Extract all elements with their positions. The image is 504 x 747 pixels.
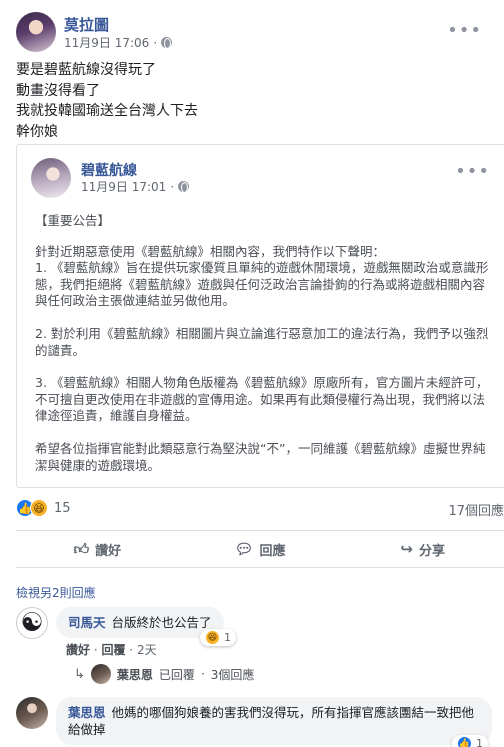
share-button[interactable]: ↪ 分享 (341, 531, 504, 567)
comments-count[interactable]: 17個回應 (448, 500, 504, 519)
comment: 葉思恩 他媽的哪個狗娘養的害我們沒得玩，所有指揮官應該團結一致把他給做掉 👍 1 (16, 697, 504, 747)
commenter-avatar[interactable] (16, 697, 48, 729)
comment-bubble: 司馬天 台版終於也公告了 (56, 607, 224, 638)
comment-button[interactable]: 💬︎ 回應 (179, 531, 342, 567)
comment-reaction-summary[interactable]: 😆 1 (200, 629, 236, 646)
haha-reaction-icon: 😆 (30, 499, 48, 517)
post-line: 我就投韓國瑜送全台灣人下去 (16, 103, 198, 119)
commenter-avatar[interactable]: ☯ (16, 607, 48, 639)
like-button[interactable]: 👍︎ 讚好 (16, 531, 179, 567)
comment-reply-link[interactable]: 回覆 (101, 643, 125, 657)
shared-page-avatar[interactable] (31, 158, 71, 198)
reply-count: 3個回應 (210, 667, 255, 682)
comment-icon: 💬︎ (234, 540, 254, 558)
post-line: 要是碧藍航線沒得玩了 (16, 62, 156, 78)
shared-page-name[interactable]: 碧藍航線 (81, 160, 137, 180)
globe-icon (178, 181, 190, 193)
post-header: 莫拉圖 11月9日 17:06 · ••• (16, 10, 496, 54)
comment-actions: 讚好 · 回覆 · 2天 (66, 643, 157, 657)
commenter-name[interactable]: 司馬天 (68, 615, 106, 630)
shared-post-card[interactable]: 碧藍航線 11月9日 17:01 · ••• 【重要公告】 針對近期惡意使用《碧… (16, 144, 504, 488)
comment-time[interactable]: 2天 (137, 643, 157, 657)
haha-reaction-icon: 😆 (205, 630, 220, 645)
reply-avatar (90, 664, 111, 684)
announcement-item-2: 2. 對於利用《碧藍航線》相關圖片與立論進行惡意加工的違法行為，我們予以強烈的譴… (35, 325, 489, 358)
comment-text: 台版終於也公告了 (111, 615, 212, 630)
reply-summary[interactable]: ↳ 葉思恩 已回覆 · 3個回應 (74, 664, 254, 684)
globe-icon (161, 37, 173, 49)
share-label: 分享 (418, 543, 445, 559)
comment-reaction-count: 1 (224, 631, 231, 644)
reply-author-name: 葉思恩 (116, 667, 153, 682)
share-icon: ↪ (400, 540, 413, 558)
announcement-closing: 希望各位指揮官能對此類惡意行為堅決說“不”，一同維護《碧藍航線》虛擬世界純潔與健… (35, 440, 486, 473)
more-options-icon[interactable]: ••• (455, 161, 490, 182)
more-options-icon[interactable]: ••• (447, 20, 482, 41)
action-bar: 👍︎ 讚好 💬︎ 回應 ↪ 分享 (16, 530, 504, 568)
reply-summary-text: 已回覆 (158, 667, 195, 682)
comment-reaction-count: 1 (476, 737, 483, 747)
thumbs-up-icon: 👍︎ (73, 539, 90, 558)
view-more-comments-link[interactable]: 檢視另2則回應 (16, 584, 96, 601)
like-label: 讚好 (95, 543, 122, 559)
post-text: 要是碧藍航線沒得玩了 動畫沒得看了 我就投韓國瑜送全台灣人下去 幹你娘 (16, 60, 486, 142)
announcement-intro: 針對近期惡意使用《碧藍航線》相關內容，我們特作以下聲明： (35, 243, 386, 259)
announcement-item-3: 3. 《碧藍航線》相關人物角色版權為《碧藍航線》原廠所有，官方圖片未經許可，不可… (35, 375, 489, 424)
commenter-name[interactable]: 葉思恩 (68, 705, 106, 720)
author-avatar[interactable] (16, 12, 56, 52)
comment-bubble: 葉思恩 他媽的哪個狗娘養的害我們沒得玩，所有指揮官應該團結一致把他給做掉 (56, 697, 492, 745)
author-name[interactable]: 莫拉圖 (64, 14, 109, 35)
reaction-count: 15 (54, 500, 71, 516)
reply-arrow-icon: ↳ (74, 666, 85, 682)
post-line: 幹你娘 (16, 123, 58, 140)
like-reaction-icon: 👍 (457, 736, 472, 747)
announcement-heading: 【重要公告】 (35, 213, 111, 228)
shared-meta: 11月9日 17:01 · (81, 178, 190, 195)
comment-like-link[interactable]: 讚好 (66, 643, 90, 657)
comment: ☯ 司馬天 台版終於也公告了 😆 1 讚好 · 回覆 · 2天 (16, 607, 504, 659)
announcement-item-1: 1. 《碧藍航線》旨在提供玩家優質且單純的遊戲休閒環境，遊戲無關政治或意識形態，… (35, 260, 489, 309)
shared-timestamp[interactable]: 11月9日 17:01 (81, 178, 166, 195)
reaction-summary[interactable]: 👍 😆 15 17個回應 (16, 494, 504, 522)
comment-text: 他媽的哪個狗娘養的害我們沒得玩，所有指揮官應該團結一致把他給做掉 (68, 705, 475, 737)
comment-reaction-summary[interactable]: 👍 1 (452, 735, 488, 747)
post-timestamp[interactable]: 11月9日 17:06 (64, 34, 149, 51)
post-meta: 11月9日 17:06 · (64, 34, 173, 51)
comment-label: 回應 (259, 543, 286, 559)
post-line: 動畫沒得看了 (16, 82, 100, 99)
announcement-text: 【重要公告】 針對近期惡意使用《碧藍航線》相關內容，我們特作以下聲明： 1. 《… (35, 213, 495, 474)
